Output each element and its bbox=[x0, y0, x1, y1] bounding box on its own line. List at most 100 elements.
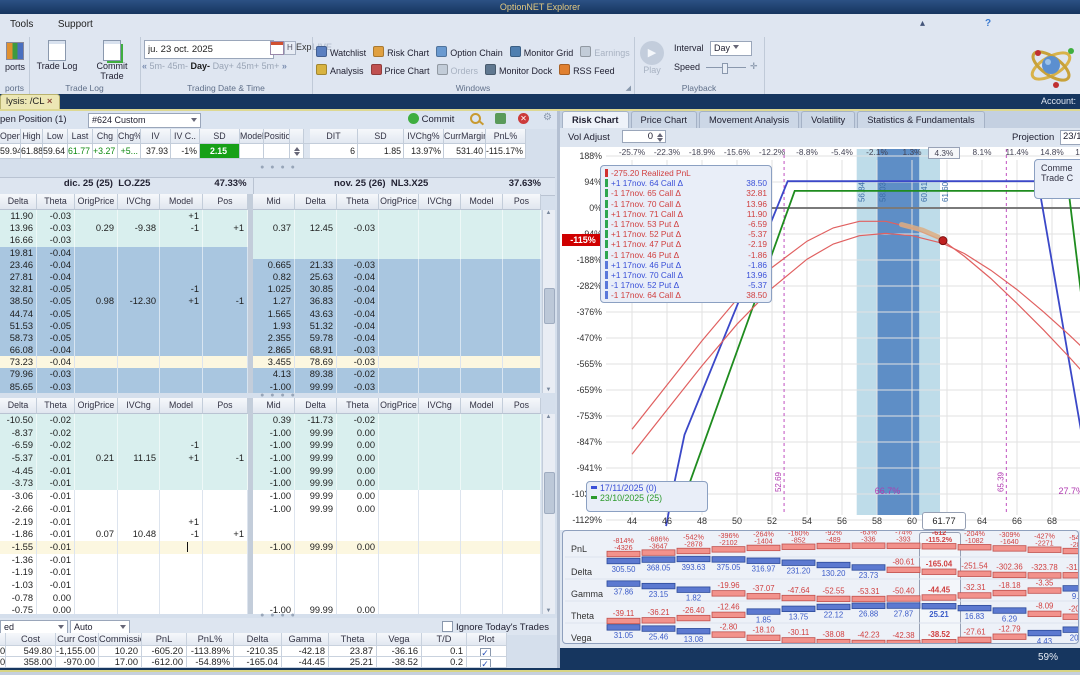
option-cell[interactable] bbox=[419, 553, 461, 567]
option-row[interactable]: 32.81 -0.05 -1 1.025 30.85 -0.04 bbox=[0, 283, 555, 296]
window-toggle-price-chart[interactable]: Price Chart bbox=[370, 64, 430, 76]
risk-chart[interactable]: 56.8458.0360.4161.6052.6965.395.7%66.7%2… bbox=[560, 147, 1080, 530]
option-cell[interactable]: 2.355 bbox=[253, 331, 295, 345]
summary-col-Plot[interactable]: Plot bbox=[467, 633, 507, 646]
option-row[interactable]: -1.55 -0.01 -1.00 99.99 0.00 bbox=[0, 540, 555, 554]
option-row[interactable]: -1.86 -0.01 0.07 10.48 -1 +1 bbox=[0, 528, 555, 541]
option-cell[interactable]: 16.66 bbox=[0, 234, 37, 247]
option-cell[interactable] bbox=[295, 528, 337, 541]
option-cell[interactable] bbox=[75, 356, 118, 369]
option-cell[interactable] bbox=[160, 591, 203, 605]
history-button[interactable]: H bbox=[284, 41, 296, 55]
option-cell[interactable]: -0.04 bbox=[37, 258, 75, 271]
option-cell[interactable]: -1.00 bbox=[253, 540, 295, 554]
option-cell[interactable] bbox=[461, 222, 503, 235]
option-cell[interactable]: 0.82 bbox=[253, 270, 295, 284]
tab-statistics-fundamentals[interactable]: Statistics & Fundamentals bbox=[857, 111, 985, 128]
option-cell[interactable]: 68.91 bbox=[295, 344, 337, 357]
close-icon[interactable]: × bbox=[47, 96, 53, 107]
option-cell[interactable] bbox=[419, 414, 461, 427]
time-step-Day+[interactable]: Day+ bbox=[213, 61, 237, 71]
option-cell[interactable] bbox=[419, 426, 461, 440]
option-cell[interactable] bbox=[503, 356, 541, 369]
option-cell[interactable] bbox=[203, 439, 248, 453]
option-cell[interactable]: 30.85 bbox=[295, 283, 337, 296]
option-cell[interactable] bbox=[160, 426, 203, 440]
option-cell[interactable] bbox=[419, 477, 461, 491]
option-cell[interactable]: -1.00 bbox=[253, 464, 295, 478]
option-cell[interactable] bbox=[503, 540, 541, 554]
option-cell[interactable] bbox=[118, 270, 160, 284]
option-cell[interactable] bbox=[253, 210, 295, 223]
option-cell[interactable] bbox=[419, 490, 461, 503]
option-cell[interactable] bbox=[461, 439, 503, 453]
option-cell[interactable] bbox=[203, 414, 248, 427]
option-row[interactable]: 44.74 -0.05 1.565 43.63 -0.04 bbox=[0, 307, 555, 320]
option-cell[interactable] bbox=[337, 515, 379, 529]
strategy-select[interactable]: #624 Custom bbox=[88, 113, 201, 128]
option-cell[interactable]: -0.04 bbox=[37, 344, 75, 357]
option-cell[interactable]: -0.04 bbox=[337, 307, 379, 320]
summary-col-Curr Cost[interactable]: Curr Cost bbox=[56, 633, 99, 646]
option-cell[interactable] bbox=[503, 566, 541, 579]
option-cell[interactable] bbox=[118, 578, 160, 592]
option-cell[interactable] bbox=[503, 234, 541, 247]
option-cell[interactable] bbox=[503, 380, 541, 393]
menu-tools[interactable]: Tools bbox=[0, 15, 43, 30]
option-cell[interactable] bbox=[419, 344, 461, 357]
option-cell[interactable]: 1.93 bbox=[253, 319, 295, 332]
option-cell[interactable] bbox=[461, 270, 503, 284]
option-cell[interactable]: -0.02 bbox=[337, 368, 379, 381]
time-step-Day-[interactable]: Day- bbox=[191, 61, 213, 71]
col-header-Model[interactable]: Model bbox=[461, 398, 503, 414]
option-cell[interactable] bbox=[118, 591, 160, 605]
option-cell[interactable]: -0.04 bbox=[337, 270, 379, 284]
col-header-Delta[interactable]: Delta bbox=[0, 398, 37, 414]
option-cell[interactable] bbox=[203, 502, 248, 516]
option-cell[interactable]: 0.00 bbox=[337, 477, 379, 491]
summary-col-Theta[interactable]: Theta bbox=[329, 633, 377, 646]
option-cell[interactable] bbox=[379, 380, 419, 393]
time-step-5m-[interactable]: 5m- bbox=[150, 61, 168, 71]
option-cell[interactable]: -6.59 bbox=[0, 439, 37, 453]
option-cell[interactable] bbox=[160, 566, 203, 579]
col-header-Pos[interactable]: Pos bbox=[503, 194, 541, 210]
option-cell[interactable] bbox=[419, 270, 461, 284]
option-cell[interactable] bbox=[461, 426, 503, 440]
option-cell[interactable] bbox=[379, 234, 419, 247]
option-cell[interactable]: +1 bbox=[160, 295, 203, 308]
option-cell[interactable] bbox=[503, 319, 541, 332]
option-cell[interactable] bbox=[203, 591, 248, 605]
option-cell[interactable] bbox=[203, 234, 248, 247]
option-cell[interactable] bbox=[461, 331, 503, 345]
option-cell[interactable] bbox=[118, 439, 160, 453]
option-cell[interactable] bbox=[461, 477, 503, 491]
option-cell[interactable]: -1.00 bbox=[253, 490, 295, 503]
option-cell[interactable]: -0.03 bbox=[37, 368, 75, 381]
option-cell[interactable] bbox=[461, 528, 503, 541]
option-cell[interactable] bbox=[203, 553, 248, 567]
option-cell[interactable] bbox=[75, 426, 118, 440]
window-toggle-option-chain[interactable]: Option Chain bbox=[436, 46, 503, 58]
option-cell[interactable] bbox=[118, 356, 160, 369]
option-cell[interactable] bbox=[337, 234, 379, 247]
option-cell[interactable] bbox=[118, 344, 160, 357]
option-cell[interactable] bbox=[337, 566, 379, 579]
option-cell[interactable] bbox=[419, 368, 461, 381]
option-cell[interactable] bbox=[461, 414, 503, 427]
option-cell[interactable] bbox=[160, 464, 203, 478]
option-cell[interactable] bbox=[337, 246, 379, 259]
projection-input[interactable]: 23/10/2 bbox=[1060, 130, 1080, 145]
vol-adjust-spinner[interactable]: 0 bbox=[622, 130, 666, 143]
col-header-OrigPrice[interactable]: OrigPrice bbox=[75, 398, 118, 414]
exp-label[interactable]: Exp bbox=[296, 42, 312, 52]
option-cell[interactable]: -0.04 bbox=[337, 283, 379, 296]
option-cell[interactable] bbox=[75, 477, 118, 491]
option-cell[interactable] bbox=[295, 515, 337, 529]
menu-support[interactable]: Support bbox=[48, 15, 103, 30]
window-toggle-watchlist[interactable]: Watchlist bbox=[316, 46, 366, 58]
option-cell[interactable] bbox=[253, 515, 295, 529]
option-cell[interactable]: 10.48 bbox=[118, 528, 160, 541]
option-cell[interactable] bbox=[203, 356, 248, 369]
option-cell[interactable]: 19.81 bbox=[0, 246, 37, 259]
